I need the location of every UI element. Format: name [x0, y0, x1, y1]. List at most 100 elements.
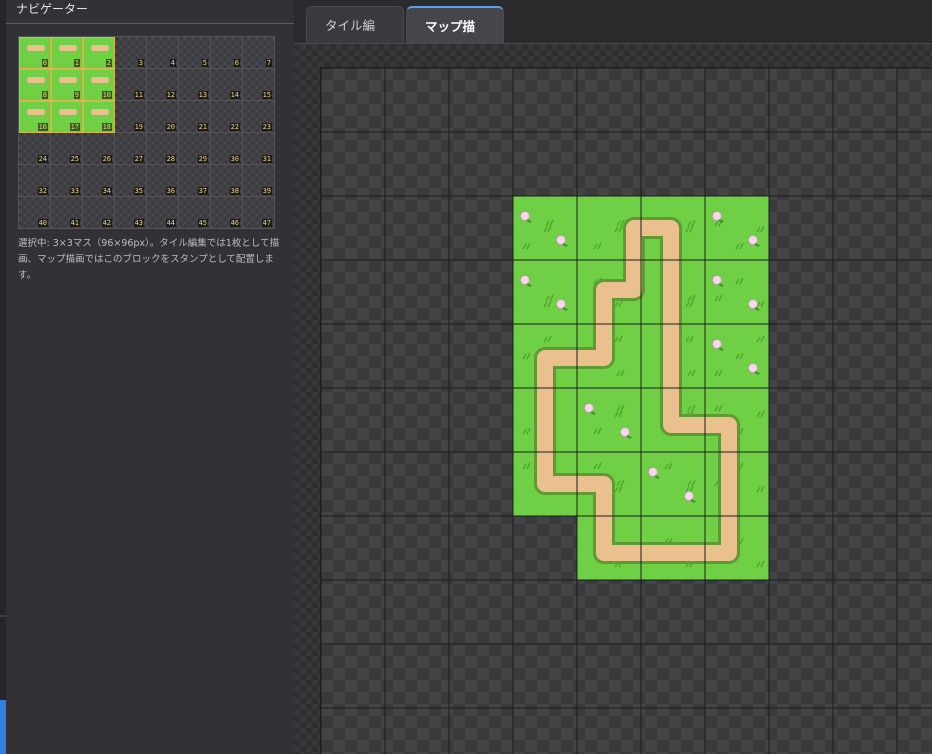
side-strip-accent — [0, 700, 6, 754]
tile-number: 31 — [261, 155, 272, 163]
tile-number: 33 — [69, 187, 80, 195]
tile-36[interactable]: 36 — [147, 165, 179, 197]
tile-number: 42 — [101, 219, 112, 227]
tile-43[interactable]: 43 — [115, 197, 147, 229]
tile-33[interactable]: 33 — [51, 165, 83, 197]
tile-path-preview — [59, 77, 77, 83]
tile-44[interactable]: 44 — [147, 197, 179, 229]
grass-tile — [513, 260, 577, 324]
tile-6[interactable]: 6 — [211, 37, 243, 69]
flower-icon — [684, 491, 694, 501]
side-strip — [0, 0, 6, 754]
tile-number: 12 — [165, 91, 176, 99]
tile-number: 13 — [197, 91, 208, 99]
tile-22[interactable]: 22 — [211, 101, 243, 133]
selection-info: 選択中: 3×3マス（96×96px）。タイル編集では1枚として描画、マップ描画… — [18, 238, 280, 281]
tile-26[interactable]: 26 — [83, 133, 115, 165]
tile-42[interactable]: 42 — [83, 197, 115, 229]
tile-number: 32 — [37, 187, 48, 195]
tile-41[interactable]: 41 — [51, 197, 83, 229]
tileset-grid: 0 1 2 3 4 5 6 7 8 9 10 11 12 13 14 15 16 17 18 19 20 21 22 23 24… — [18, 36, 275, 229]
tile-46[interactable]: 46 — [211, 197, 243, 229]
tab-map-draw[interactable]: マップ描画 — [406, 6, 504, 72]
tile-31[interactable]: 31 — [243, 133, 275, 165]
tile-number: 16 — [37, 123, 48, 131]
tile-18[interactable]: 18 — [83, 101, 115, 133]
tile-number: 39 — [261, 187, 272, 195]
tile-5[interactable]: 5 — [179, 37, 211, 69]
tile-17[interactable]: 17 — [51, 101, 83, 133]
tile-path-preview — [59, 45, 77, 51]
tile-29[interactable]: 29 — [179, 133, 211, 165]
tile-number: 34 — [101, 187, 112, 195]
tile-number: 47 — [261, 219, 272, 227]
tile-number: 28 — [165, 155, 176, 163]
tile-23[interactable]: 23 — [243, 101, 275, 133]
tile-35[interactable]: 35 — [115, 165, 147, 197]
tile-40[interactable]: 40 — [19, 197, 51, 229]
tile-8[interactable]: 8 — [19, 69, 51, 101]
tile-number: 44 — [165, 219, 176, 227]
tile-path-preview — [91, 77, 109, 83]
tile-path-preview — [91, 109, 109, 115]
tile-19[interactable]: 19 — [115, 101, 147, 133]
tile-27[interactable]: 27 — [115, 133, 147, 165]
tile-45[interactable]: 45 — [179, 197, 211, 229]
tile-11[interactable]: 11 — [115, 69, 147, 101]
tile-1[interactable]: 1 — [51, 37, 83, 69]
tile-37[interactable]: 37 — [179, 165, 211, 197]
tile-number: 41 — [69, 219, 80, 227]
tile-34[interactable]: 34 — [83, 165, 115, 197]
flower-icon — [556, 299, 566, 309]
tile-number: 30 — [229, 155, 240, 163]
tile-number: 5 — [201, 59, 208, 67]
flower-icon — [712, 339, 722, 349]
tile-20[interactable]: 20 — [147, 101, 179, 133]
tile-number: 1 — [73, 59, 80, 67]
tile-9[interactable]: 9 — [51, 69, 83, 101]
tile-21[interactable]: 21 — [179, 101, 211, 133]
tile-47[interactable]: 47 — [243, 197, 275, 229]
tile-12[interactable]: 12 — [147, 69, 179, 101]
flower-icon — [748, 299, 758, 309]
tile-path-preview — [27, 77, 45, 83]
tile-number: 45 — [197, 219, 208, 227]
tile-number: 43 — [133, 219, 144, 227]
map-canvas[interactable] — [320, 67, 932, 754]
tile-30[interactable]: 30 — [211, 133, 243, 165]
tile-3[interactable]: 3 — [115, 37, 147, 69]
tile-32[interactable]: 32 — [19, 165, 51, 197]
tile-number: 38 — [229, 187, 240, 195]
tile-28[interactable]: 28 — [147, 133, 179, 165]
tile-39[interactable]: 39 — [243, 165, 275, 197]
tile-15[interactable]: 15 — [243, 69, 275, 101]
side-strip-divider — [0, 615, 6, 617]
tile-4[interactable]: 4 — [147, 37, 179, 69]
tile-number: 19 — [133, 123, 144, 131]
tile-14[interactable]: 14 — [211, 69, 243, 101]
tile-number: 24 — [37, 155, 48, 163]
tile-number: 7 — [265, 59, 272, 67]
tile-number: 21 — [197, 123, 208, 131]
tile-16[interactable]: 16 — [19, 101, 51, 133]
tile-24[interactable]: 24 — [19, 133, 51, 165]
tile-13[interactable]: 13 — [179, 69, 211, 101]
grass-tile — [577, 388, 641, 452]
tile-number: 26 — [101, 155, 112, 163]
tile-number: 0 — [41, 59, 48, 67]
tile-7[interactable]: 7 — [243, 37, 275, 69]
flower-icon — [748, 363, 758, 373]
tile-number: 18 — [101, 123, 112, 131]
tile-38[interactable]: 38 — [211, 165, 243, 197]
tab-tile-edit[interactable]: タイル編集 — [306, 6, 404, 71]
tile-0[interactable]: 0 — [19, 37, 51, 69]
tile-number: 23 — [261, 123, 272, 131]
tile-path-preview — [91, 45, 109, 51]
map-layer[interactable] — [321, 68, 932, 754]
flower-icon — [584, 403, 594, 413]
tile-number: 8 — [41, 91, 48, 99]
tile-25[interactable]: 25 — [51, 133, 83, 165]
tile-2[interactable]: 2 — [83, 37, 115, 69]
tile-10[interactable]: 10 — [83, 69, 115, 101]
flower-icon — [712, 211, 722, 221]
